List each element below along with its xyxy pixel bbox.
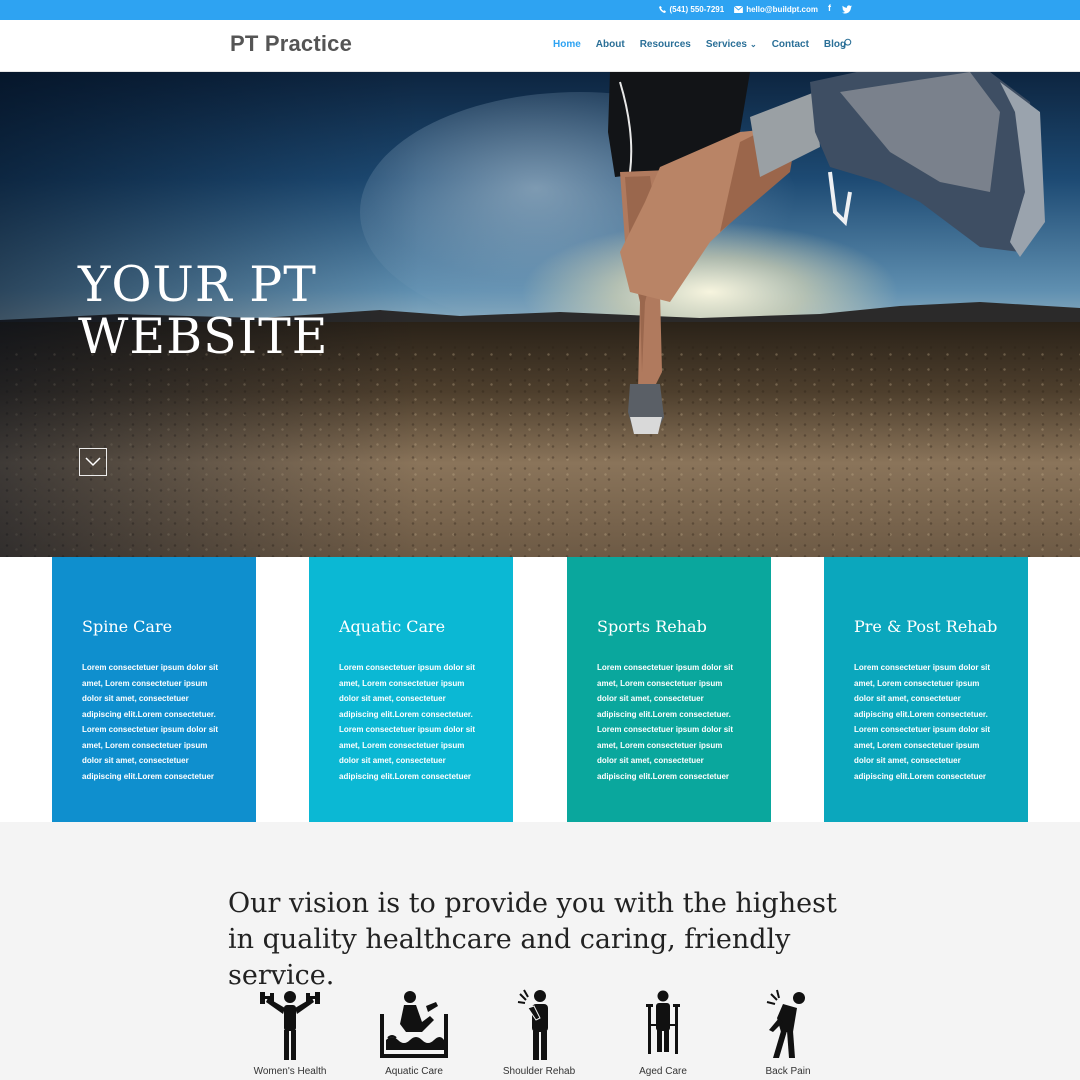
email-link[interactable]: hello@buildpt.com	[734, 5, 818, 14]
service-card-text: Lorem consectetuer ipsum dolor sit amet,…	[854, 663, 991, 781]
vision-section: Our vision is to provide you with the hi…	[0, 822, 1080, 1080]
service-card-title: Aquatic Care	[339, 617, 446, 636]
service-card-pre-post-rehab[interactable]: Pre & Post Rehab Lorem consectetuer ipsu…	[824, 557, 1028, 822]
scroll-down-button[interactable]	[79, 448, 107, 476]
nav-services-label: Services	[705, 39, 747, 50]
service-card-aquatic-care[interactable]: Aquatic Care Lorem consectetuer ipsum do…	[309, 557, 513, 822]
nav-contact[interactable]: Contact	[772, 39, 809, 50]
hero-title-line1: YOUR PT	[78, 256, 317, 313]
vision-statement: Our vision is to provide you with the hi…	[228, 888, 837, 991]
specialty-back-pain[interactable]: Back Pain	[733, 988, 843, 1077]
nav-home[interactable]: Home	[553, 39, 581, 50]
runner-image	[608, 72, 1045, 434]
hero-title-line2: WEBSITE	[78, 308, 329, 365]
specialty-womens-health[interactable]: Women's Health	[235, 988, 345, 1077]
envelope-icon	[734, 6, 744, 13]
twitter-icon[interactable]	[842, 5, 852, 14]
specialty-label: Aquatic Care	[385, 1066, 443, 1077]
service-card-spine-care[interactable]: Spine Care Lorem consectetuer ipsum dolo…	[52, 557, 256, 822]
crutches-icon	[646, 990, 680, 1054]
site-logo[interactable]: PT Practice	[230, 31, 352, 57]
phone-icon	[659, 6, 667, 13]
service-card-text: Lorem consectetuer ipsum dolor sit amet,…	[339, 663, 476, 781]
service-card-text: Lorem consectetuer ipsum dolor sit amet,…	[597, 663, 734, 781]
specialty-label: Women's Health	[253, 1066, 327, 1077]
services-section: Spine Care Lorem consectetuer ipsum dolo…	[0, 557, 1080, 822]
search-icon[interactable]	[842, 38, 852, 48]
specialty-aged-care[interactable]: Aged Care	[608, 988, 718, 1077]
service-card-title: Spine Care	[82, 617, 173, 636]
service-card-text: Lorem consectetuer ipsum dolor sit amet,…	[82, 663, 219, 781]
service-card-title: Sports Rehab	[597, 617, 707, 636]
facebook-icon[interactable]: f	[828, 3, 831, 13]
top-bar: (541) 550-7291 hello@buildpt.com f	[0, 0, 1080, 20]
email-address: hello@buildpt.com	[746, 5, 818, 14]
nav-resources[interactable]: Resources	[640, 39, 691, 50]
specialty-shoulder-rehab[interactable]: Shoulder Rehab	[484, 988, 594, 1077]
hero-title: YOUR PT WEBSITE	[78, 259, 329, 363]
hero-banner: YOUR PT WEBSITE	[0, 72, 1080, 557]
nav-services[interactable]: Services ⌄	[706, 39, 757, 50]
specialties-row: Women's Health Aquatic Care Shoulder Reh…	[0, 988, 1080, 1080]
chevron-down-icon: ⌄	[749, 40, 757, 49]
phone-link[interactable]: (541) 550-7291	[659, 5, 724, 14]
specialty-label: Aged Care	[639, 1066, 687, 1077]
main-nav: Home About Resources Services ⌄ Contact B…	[553, 38, 861, 50]
shoulder-pain-icon	[517, 989, 548, 1060]
weightlifting-icon	[260, 991, 320, 1060]
specialty-label: Back Pain	[765, 1066, 811, 1077]
chevron-down-icon	[85, 457, 101, 467]
phone-number: (541) 550-7291	[669, 5, 725, 14]
site-header: PT Practice Home About Resources Service…	[0, 20, 1080, 72]
nav-about[interactable]: About	[596, 39, 625, 50]
specialty-label: Shoulder Rehab	[502, 1066, 576, 1077]
service-card-sports-rehab[interactable]: Sports Rehab Lorem consectetuer ipsum do…	[567, 557, 771, 822]
aquatic-therapy-icon	[380, 991, 448, 1058]
contact-info: (541) 550-7291 hello@buildpt.com	[659, 5, 818, 14]
specialty-aquatic-care[interactable]: Aquatic Care	[359, 988, 469, 1077]
back-pain-icon	[766, 989, 805, 1058]
service-card-title: Pre & Post Rehab	[854, 617, 998, 636]
